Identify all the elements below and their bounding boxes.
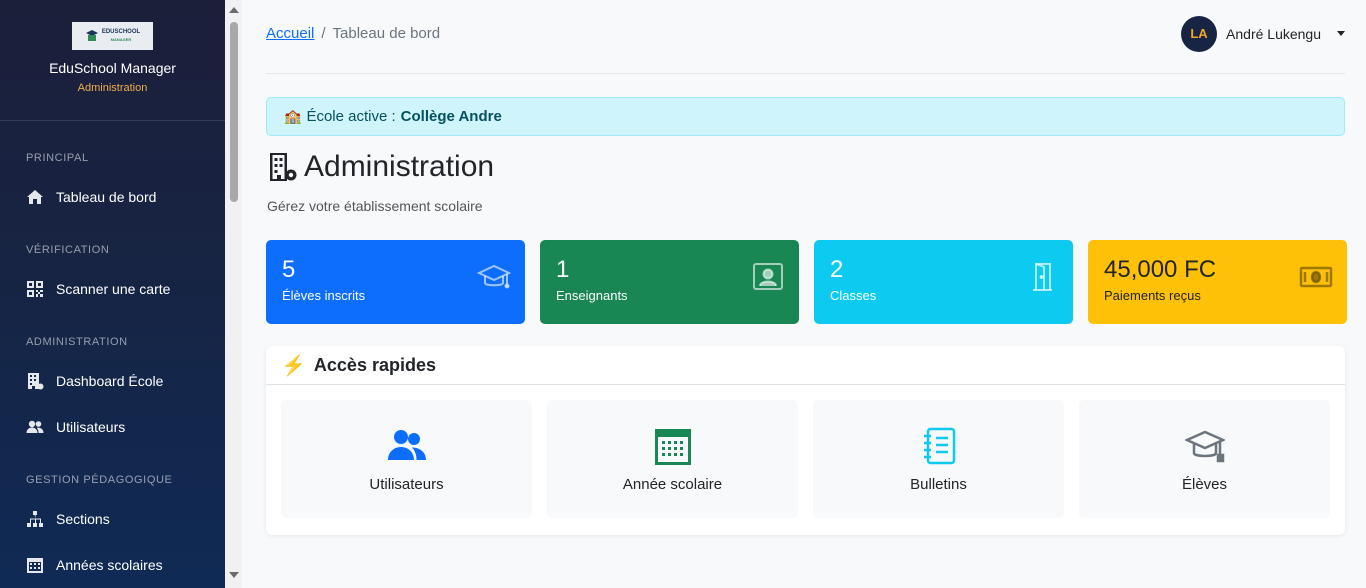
breadcrumb-current: Tableau de bord — [332, 25, 441, 42]
sidebar-item-label: Années scolaires — [56, 557, 163, 573]
section-title-gestion-pedagogique: GESTION PÉDAGOGIQUE — [26, 474, 173, 486]
quick-link-label: Élèves — [1181, 475, 1228, 493]
calendar-icon — [654, 428, 691, 465]
quick-link-annee-scolaire[interactable]: Année scolaire — [547, 400, 798, 518]
main-content: Accueil / Tableau de bord LA André Luken… — [266, 0, 1347, 588]
users-icon — [387, 429, 426, 460]
quick-access-title: Accès rapides — [313, 354, 436, 375]
sidebar-item-tableau-de-bord[interactable]: Tableau de bord — [26, 186, 156, 208]
stat-card-enseignants: 1 Enseignants — [540, 240, 799, 324]
calendar-icon — [27, 558, 43, 573]
journal-icon — [923, 427, 955, 464]
sidebar-brand: EDUSCHOOL MANAGER EduSchool Manager Admi… — [0, 0, 225, 121]
alert-prefix: École active : — [306, 108, 396, 125]
quick-link-bulletins[interactable]: Bulletins — [813, 400, 1064, 518]
quick-link-label: Bulletins — [910, 475, 967, 493]
stat-label: Enseignants — [556, 288, 628, 303]
sidebar-scrollbar[interactable] — [225, 0, 242, 588]
qr-code-icon — [27, 281, 43, 297]
active-school-name: Collège Andre — [400, 108, 502, 125]
building-icon — [28, 373, 44, 390]
stat-card-eleves: 5 Élèves inscrits — [266, 240, 525, 324]
teacher-icon — [753, 263, 783, 290]
quick-access-header: ⚡ Accès rapides — [266, 346, 1345, 385]
graduation-cap-icon — [1184, 430, 1225, 462]
home-icon — [27, 190, 43, 204]
brand-name: EduSchool Manager — [49, 60, 176, 76]
chevron-down-icon[interactable] — [1337, 31, 1345, 36]
stats-row: 5 Élèves inscrits 1 Enseignants 2 Classe… — [266, 240, 1347, 324]
graduation-cap-icon — [477, 264, 511, 289]
scroll-up-arrow-icon[interactable] — [229, 7, 239, 13]
logo-text: EDUSCHOOL — [101, 29, 141, 35]
sidebar-item-scanner[interactable]: Scanner une carte — [26, 278, 170, 300]
sidebar-item-utilisateurs[interactable]: Utilisateurs — [26, 416, 125, 438]
quick-link-eleves[interactable]: Élèves — [1079, 400, 1330, 518]
sidebar-item-label: Utilisateurs — [56, 419, 126, 435]
sidebar-item-label: Tableau de bord — [56, 189, 157, 205]
page-title-text: Administration — [304, 150, 495, 183]
quick-access-grid: Utilisateurs Année scolaire Bulletins Él… — [281, 400, 1330, 518]
stat-card-classes: 2 Classes — [814, 240, 1073, 324]
stat-value: 1 — [556, 256, 570, 283]
sidebar-item-sections[interactable]: Sections — [26, 508, 110, 530]
avatar[interactable]: LA — [1181, 15, 1218, 52]
quick-access-panel: ⚡ Accès rapides Utilisateurs Année scola… — [266, 346, 1345, 535]
section-title-principal: PRINCIPAL — [26, 152, 89, 164]
quick-link-label: Utilisateurs — [369, 475, 444, 493]
logo-mark-icon — [85, 30, 98, 41]
sidebar-item-label: Sections — [56, 511, 110, 527]
stat-card-paiements: 45,000 FC Paiements reçus — [1088, 240, 1347, 324]
stat-label: Élèves inscrits — [282, 288, 366, 303]
sidebar-item-label: Scanner une carte — [56, 281, 171, 297]
sidebar-item-label: Dashboard École — [56, 373, 164, 389]
sidebar: EDUSCHOOL MANAGER EduSchool Manager Admi… — [0, 0, 225, 588]
door-icon — [1033, 263, 1052, 291]
breadcrumb-separator: / — [321, 25, 326, 42]
money-icon — [1299, 266, 1333, 288]
scroll-down-arrow-icon[interactable] — [229, 572, 239, 578]
sidebar-item-annees-scolaires[interactable]: Années scolaires — [26, 554, 163, 576]
lightning-icon: ⚡ — [281, 354, 306, 377]
brand-role: Administration — [77, 82, 148, 94]
topbar: Accueil / Tableau de bord LA André Luken… — [266, 0, 1345, 74]
user-menu[interactable]: LA André Lukengu — [1181, 15, 1345, 52]
sidebar-item-dashboard-ecole[interactable]: Dashboard École — [26, 370, 163, 392]
stat-value: 2 — [830, 256, 844, 283]
building-gear-icon — [270, 153, 297, 181]
scrollbar-thumb[interactable] — [230, 22, 238, 202]
section-title-administration: ADMINISTRATION — [26, 336, 128, 348]
school-icon: 🏫 — [284, 108, 302, 124]
user-name[interactable]: André Lukengu — [1226, 26, 1321, 42]
stat-value: 5 — [282, 256, 296, 283]
logo-subtext: MANAGER — [110, 37, 132, 42]
users-icon — [26, 420, 44, 433]
breadcrumb-home-link[interactable]: Accueil — [266, 25, 314, 42]
breadcrumb: Accueil / Tableau de bord — [266, 25, 440, 42]
section-title-verification: VÉRIFICATION — [26, 244, 110, 256]
stat-label: Paiements reçus — [1104, 288, 1201, 303]
app-logo: EDUSCHOOL MANAGER — [72, 22, 153, 50]
quick-link-utilisateurs[interactable]: Utilisateurs — [281, 400, 532, 518]
active-school-alert: 🏫 École active : Collège Andre — [266, 97, 1345, 136]
page-subtitle: Gérez votre établissement scolaire — [267, 198, 483, 214]
sitemap-icon — [27, 511, 43, 527]
page-title: Administration — [268, 150, 494, 184]
quick-link-label: Année scolaire — [622, 475, 723, 493]
stat-value: 45,000 FC — [1104, 256, 1217, 283]
stat-label: Classes — [830, 288, 877, 303]
